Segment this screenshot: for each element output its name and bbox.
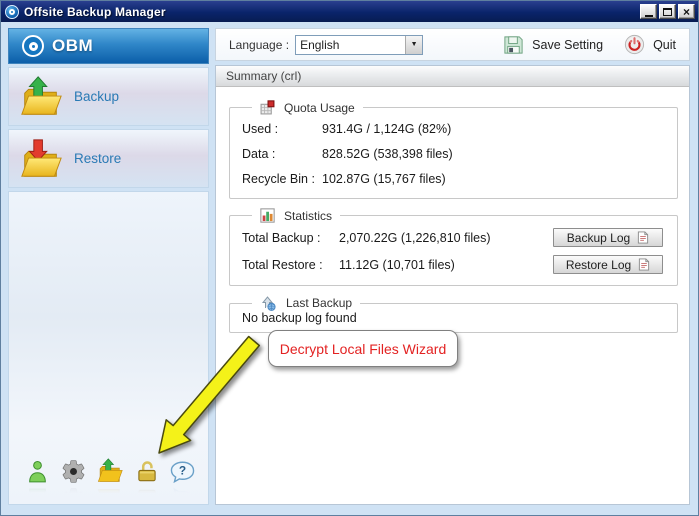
quota-usage-group: Quota Usage Used : 931.4G / 1,124G (82%)…	[229, 100, 678, 199]
summary-panel: Summary (crl) Quota Usage Used : 931.4G …	[215, 65, 690, 505]
total-backup-row: Total Backup : 2,070.22G (1,226,810 file…	[242, 224, 667, 251]
backup-log-button[interactable]: Backup Log	[553, 228, 663, 247]
chevron-down-icon: ▼	[405, 36, 422, 54]
last-backup-icon	[260, 295, 277, 311]
decrypt-local-files-button[interactable]	[134, 458, 160, 490]
quit-power-icon	[623, 33, 646, 56]
help-icon: ?	[169, 459, 196, 485]
user-profile-button[interactable]	[25, 459, 50, 490]
obm-logo-icon	[22, 35, 44, 57]
annotation-callout: Decrypt Local Files Wizard	[268, 330, 458, 367]
quota-data-value: 828.52G (538,398 files)	[322, 147, 453, 161]
quota-recycle-row: Recycle Bin : 102.87G (15,767 files)	[242, 166, 667, 191]
user-icon	[25, 459, 50, 485]
sidebar-item-restore[interactable]: Restore	[8, 129, 209, 188]
quota-data-label: Data :	[242, 147, 322, 161]
export-folder-icon	[96, 457, 124, 485]
quota-used-label: Used :	[242, 122, 322, 136]
maximize-button[interactable]	[659, 4, 676, 19]
total-restore-value: 11.12G (10,701 files)	[339, 258, 553, 272]
obm-home-button[interactable]: OBM	[8, 28, 209, 64]
decrypt-lock-icon	[134, 458, 160, 485]
total-restore-label: Total Restore :	[242, 258, 339, 272]
sidebar-item-restore-label: Restore	[74, 151, 121, 166]
save-setting-label: Save Setting	[532, 38, 603, 52]
sidebar-item-backup[interactable]: Backup	[8, 67, 209, 126]
top-toolbar: Language : English ▼ Save Setting	[215, 28, 690, 61]
quota-recycle-value: 102.87G (15,767 files)	[322, 172, 446, 186]
title-bar: Offsite Backup Manager ×	[1, 1, 698, 22]
total-backup-value: 2,070.22G (1,226,810 files)	[339, 231, 553, 245]
last-backup-legend: Last Backup	[286, 296, 352, 310]
statistics-icon	[260, 208, 275, 223]
minimize-button[interactable]	[640, 4, 657, 19]
backup-folder-icon	[18, 74, 64, 120]
language-label: Language :	[229, 38, 289, 52]
maximize-icon	[663, 8, 672, 16]
obm-logo-text: OBM	[52, 36, 93, 56]
sidebar-panel: ?	[8, 191, 209, 505]
quota-data-row: Data : 828.52G (538,398 files)	[242, 141, 667, 166]
main-area: Language : English ▼ Save Setting	[215, 28, 690, 505]
summary-panel-header: Summary (crl)	[216, 66, 689, 87]
last-backup-group: Last Backup No backup log found	[229, 295, 678, 333]
last-backup-message: No backup log found	[242, 311, 667, 325]
statistics-legend: Statistics	[284, 209, 332, 223]
save-setting-button[interactable]: Save Setting	[502, 33, 603, 56]
restore-log-button[interactable]: Restore Log	[553, 255, 663, 274]
language-dropdown[interactable]: English ▼	[295, 35, 423, 55]
log-document-icon	[637, 231, 649, 244]
restore-log-label: Restore Log	[566, 258, 631, 272]
sidebar: OBM Backup	[8, 28, 209, 505]
settings-gear-icon	[60, 458, 87, 485]
sidebar-footer-icons: ?	[9, 457, 208, 504]
summary-panel-body: Quota Usage Used : 931.4G / 1,124G (82%)…	[216, 87, 689, 504]
quota-used-value: 931.4G / 1,124G (82%)	[322, 122, 451, 136]
help-glyph: ?	[179, 464, 186, 478]
log-document-icon	[638, 258, 650, 271]
app-logo-icon	[5, 5, 19, 19]
settings-button[interactable]	[60, 458, 87, 490]
quit-label: Quit	[653, 38, 676, 52]
help-button[interactable]: ?	[169, 459, 196, 490]
statistics-group: Statistics Total Backup : 2,070.22G (1,2…	[229, 208, 678, 286]
quota-usage-icon	[260, 100, 275, 115]
annotation-callout-text: Decrypt Local Files Wizard	[280, 341, 447, 357]
restore-folder-icon	[18, 136, 64, 182]
quota-used-row: Used : 931.4G / 1,124G (82%)	[242, 116, 667, 141]
quota-recycle-label: Recycle Bin :	[242, 172, 322, 186]
window-title: Offsite Backup Manager	[24, 5, 638, 19]
minimize-icon	[645, 15, 653, 17]
export-backup-set-button[interactable]	[96, 457, 124, 490]
backup-log-label: Backup Log	[567, 231, 630, 245]
app-window: Offsite Backup Manager × OBM Backup	[0, 0, 699, 516]
quit-button[interactable]: Quit	[623, 33, 676, 56]
total-restore-row: Total Restore : 11.12G (10,701 files) Re…	[242, 251, 667, 278]
language-dropdown-value: English	[296, 38, 405, 52]
close-button[interactable]: ×	[678, 4, 695, 19]
close-icon: ×	[683, 7, 690, 17]
total-backup-label: Total Backup :	[242, 231, 339, 245]
sidebar-item-backup-label: Backup	[74, 89, 119, 104]
quota-usage-legend: Quota Usage	[284, 101, 355, 115]
save-floppy-icon	[502, 33, 525, 56]
